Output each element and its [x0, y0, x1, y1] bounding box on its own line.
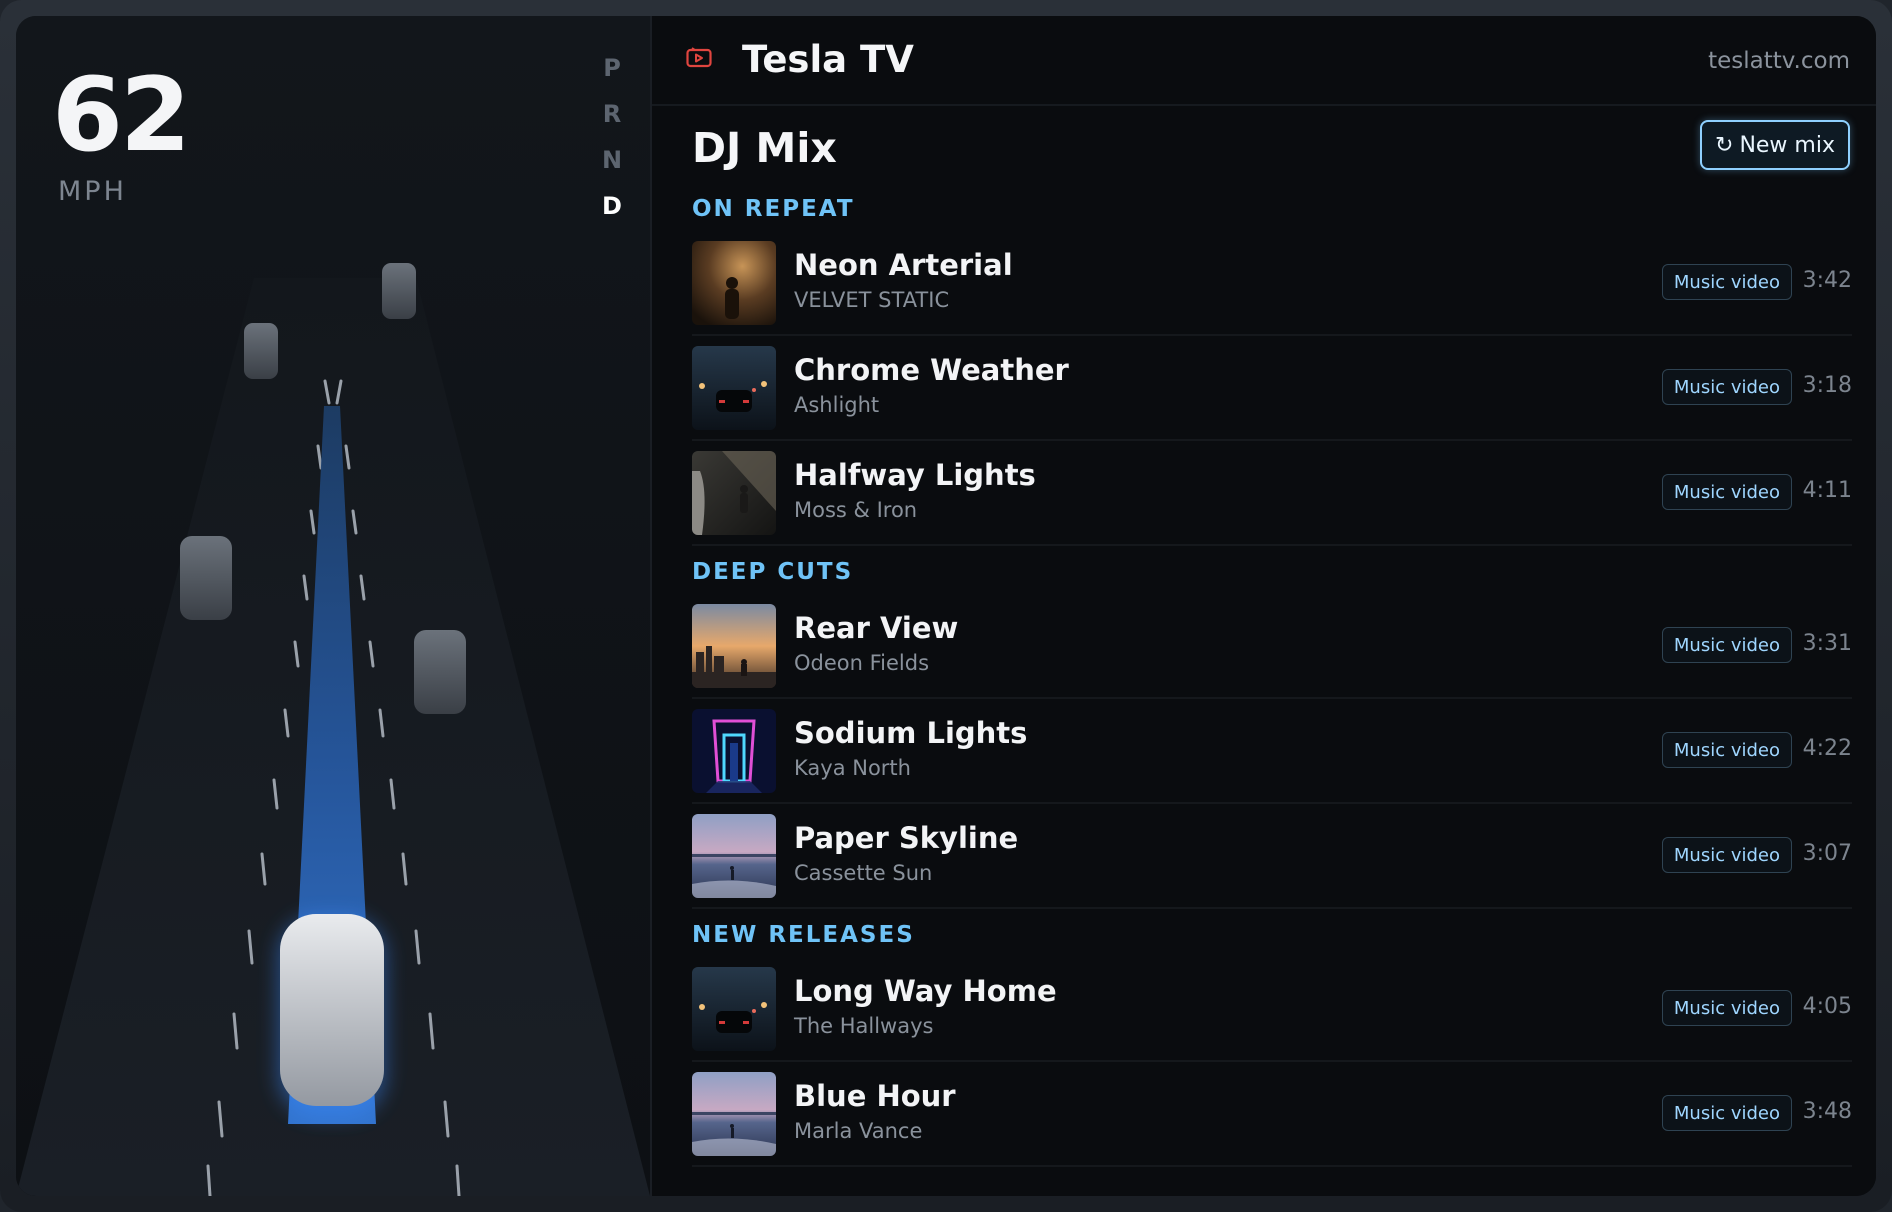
- track-duration: 3:31: [1802, 631, 1852, 656]
- track-duration: 3:18: [1802, 373, 1852, 398]
- music-video-badge: Music video: [1661, 732, 1792, 768]
- track-duration: 3:42: [1802, 268, 1852, 293]
- track-row[interactable]: Paper Skyline Cassette Sun Music video 3:07: [692, 803, 1852, 909]
- track-row[interactable]: Blue Hour Marla Vance Music video 3:48: [692, 1061, 1852, 1167]
- play-screen-icon: [686, 47, 712, 68]
- section-label: ON REPEAT: [692, 196, 855, 222]
- refresh-icon: ↻: [1715, 132, 1734, 158]
- track-artist: Odeon Fields: [794, 651, 930, 675]
- track-artist: VELVET STATIC: [794, 288, 950, 312]
- track-title: Paper Skyline: [794, 821, 1019, 855]
- mix-title: DJ Mix: [692, 124, 837, 172]
- new-mix-button[interactable]: ↻ New mix: [1700, 120, 1850, 170]
- music-video-badge: Music video: [1661, 990, 1792, 1026]
- track-title: Long Way Home: [794, 974, 1057, 1008]
- track-duration: 3:48: [1802, 1099, 1852, 1124]
- track-thumbnail: [692, 346, 776, 430]
- track-row[interactable]: Neon Arterial VELVET STATIC Music video 3:4…: [692, 230, 1852, 336]
- track-artist: Kaya North: [794, 756, 911, 780]
- track-duration: 3:07: [1802, 841, 1852, 866]
- track-title: Neon Arterial: [794, 248, 1013, 282]
- track-thumbnail: [692, 451, 776, 535]
- track-title: Chrome Weather: [794, 353, 1069, 387]
- music-video-badge: Music video: [1661, 1095, 1792, 1131]
- media-app: Tesla TV teslattv.com DJ Mix ↻ New mix O…: [652, 16, 1876, 1196]
- track-artist: Ashlight: [794, 393, 880, 417]
- track-row[interactable]: Chrome Weather Ashlight Music video 3:18: [692, 335, 1852, 441]
- music-video-badge: Music video: [1661, 264, 1792, 300]
- track-artist: Marla Vance: [794, 1119, 923, 1143]
- track-thumbnail: [692, 709, 776, 793]
- vehicle-far-left: [244, 323, 278, 379]
- gear-d: D: [602, 192, 622, 220]
- site-url[interactable]: teslattv.com: [1708, 48, 1850, 74]
- gear-n: N: [601, 146, 623, 174]
- driving-panel: 62 MPH P R N D: [16, 16, 652, 1196]
- track-thumbnail: [692, 1072, 776, 1156]
- music-video-badge: Music video: [1661, 627, 1792, 663]
- vehicle-left-lane: [180, 536, 232, 620]
- device-frame: 62 MPH P R N D Tesla TV teslattv.com DJ …: [0, 0, 1892, 1212]
- section-label: DEEP CUTS: [692, 559, 854, 585]
- track-row[interactable]: Long Way Home The Hallways Music video 4:05: [692, 956, 1852, 1062]
- track-thumbnail: [692, 241, 776, 325]
- gear-r: R: [602, 100, 622, 128]
- track-artist: Moss & Iron: [794, 498, 918, 522]
- section-label: NEW RELEASES: [692, 922, 915, 948]
- speed-readout: 62: [52, 56, 191, 175]
- music-video-badge: Music video: [1661, 837, 1792, 873]
- track-row[interactable]: Halfway Lights Moss & Iron Music video 4:11: [692, 440, 1852, 546]
- new-mix-label: New mix: [1739, 132, 1835, 158]
- app-title: Tesla TV: [742, 38, 914, 81]
- vehicle-far-center: [382, 263, 416, 319]
- music-video-badge: Music video: [1661, 474, 1792, 510]
- gear-p: P: [603, 54, 621, 82]
- track-duration: 4:22: [1802, 736, 1852, 761]
- track-title: Halfway Lights: [794, 458, 1036, 492]
- track-thumbnail: [692, 604, 776, 688]
- vehicle-right-lane: [414, 630, 466, 714]
- track-title: Sodium Lights: [794, 716, 1028, 750]
- track-row[interactable]: Rear View Odeon Fields Music video 3:31: [692, 593, 1852, 699]
- screen: 62 MPH P R N D Tesla TV teslattv.com DJ …: [16, 16, 1876, 1196]
- speed-unit: MPH: [58, 176, 127, 207]
- music-video-badge: Music video: [1661, 369, 1792, 405]
- track-thumbnail: [692, 967, 776, 1051]
- track-row[interactable]: Sodium Lights Kaya North Music video 4:22: [692, 698, 1852, 804]
- track-thumbnail: [692, 814, 776, 898]
- track-duration: 4:05: [1802, 994, 1852, 1019]
- track-artist: The Hallways: [794, 1014, 934, 1038]
- app-header: Tesla TV teslattv.com: [652, 16, 1876, 106]
- ego-vehicle: [280, 914, 384, 1106]
- track-artist: Cassette Sun: [794, 861, 933, 885]
- track-duration: 4:11: [1802, 478, 1852, 503]
- track-title: Blue Hour: [794, 1079, 956, 1113]
- track-title: Rear View: [794, 611, 959, 645]
